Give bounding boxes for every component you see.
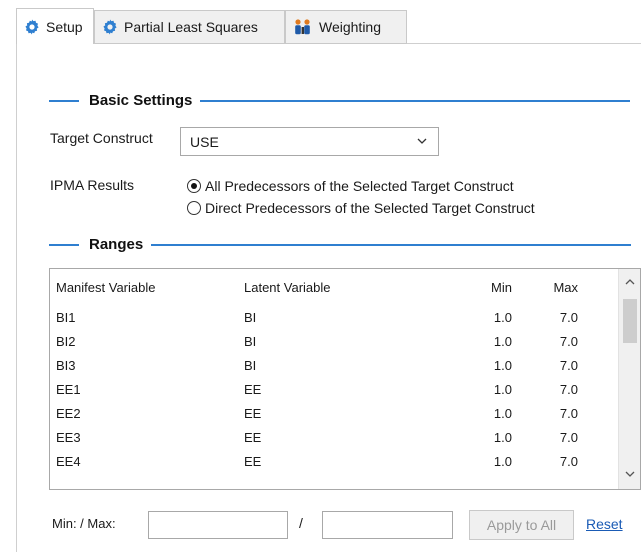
reset-link[interactable]: Reset: [586, 516, 623, 532]
radio-direct-predecessors[interactable]: Direct Predecessors of the Selected Targ…: [187, 200, 535, 216]
table-row[interactable]: EE1 EE 1.0 7.0: [50, 377, 598, 401]
tab-weighting-label: Weighting: [319, 19, 382, 35]
basic-settings-header: Basic Settings: [49, 92, 631, 109]
tab-setup[interactable]: Setup: [16, 8, 94, 45]
cell-max[interactable]: 7.0: [518, 377, 598, 401]
header-rule: [49, 243, 79, 246]
gear-icon: [103, 19, 117, 35]
tab-partial-least-squares-label: Partial Least Squares: [124, 19, 258, 35]
cell-manifest-variable: BI2: [56, 333, 76, 349]
column-header-latent-variable[interactable]: Latent Variable: [244, 269, 434, 305]
ranges-grid: Manifest Variable Latent Variable Min Ma…: [50, 269, 598, 473]
ranges-table[interactable]: Manifest Variable Latent Variable Min Ma…: [49, 268, 641, 490]
chevron-down-icon: [417, 138, 427, 144]
cell-manifest-variable: EE3: [56, 429, 81, 445]
column-header-manifest-variable[interactable]: Manifest Variable: [50, 269, 244, 305]
apply-to-all-button[interactable]: Apply to All: [469, 510, 574, 540]
cell-latent-variable: EE: [244, 429, 262, 445]
radio-label: All Predecessors of the Selected Target …: [205, 178, 514, 194]
scrollbar-thumb[interactable]: [623, 299, 637, 343]
min-input[interactable]: [148, 511, 288, 539]
cell-latent-variable: EE: [244, 405, 262, 421]
table-row[interactable]: EE2 EE 1.0 7.0: [50, 401, 598, 425]
cell-latent-variable: BI: [244, 357, 257, 373]
radio-button[interactable]: [187, 179, 201, 193]
target-construct-value: USE: [190, 133, 219, 150]
ipma-results-label: IPMA Results: [50, 177, 135, 193]
cell-max[interactable]: 7.0: [518, 425, 598, 449]
cell-max[interactable]: 7.0: [518, 329, 598, 353]
header-rule: [200, 99, 631, 102]
table-header-row: Manifest Variable Latent Variable Min Ma…: [50, 269, 598, 305]
cell-max[interactable]: 7.0: [518, 353, 598, 377]
cell-min[interactable]: 1.0: [434, 353, 518, 377]
table-row[interactable]: BI1 BI 1.0 7.0: [50, 305, 598, 329]
cell-min[interactable]: 1.0: [434, 425, 518, 449]
gear-icon: [25, 19, 39, 34]
ranges-header: Ranges: [49, 236, 632, 253]
radio-label: Direct Predecessors of the Selected Targ…: [205, 200, 535, 216]
cell-min[interactable]: 1.0: [434, 377, 518, 401]
tab-weighting[interactable]: Weighting: [285, 10, 407, 44]
cell-latent-variable: EE: [244, 381, 262, 397]
cell-manifest-variable: EE1: [56, 381, 81, 397]
cell-min[interactable]: 1.0: [434, 329, 518, 353]
header-rule: [49, 99, 79, 102]
cell-min[interactable]: 1.0: [434, 401, 518, 425]
tab-setup-label: Setup: [46, 18, 83, 35]
min-max-separator: /: [299, 515, 303, 531]
column-header-max[interactable]: Max: [518, 269, 598, 305]
table-row[interactable]: EE3 EE 1.0 7.0: [50, 425, 598, 449]
table-row[interactable]: EE4 EE 1.0 7.0: [50, 449, 598, 473]
tab-partial-least-squares[interactable]: Partial Least Squares: [94, 10, 285, 44]
column-header-min[interactable]: Min: [434, 269, 518, 305]
basic-settings-title: Basic Settings: [89, 92, 193, 109]
cell-manifest-variable: EE2: [56, 405, 81, 421]
header-rule: [151, 243, 632, 246]
radio-button[interactable]: [187, 201, 201, 215]
radio-all-predecessors[interactable]: All Predecessors of the Selected Target …: [187, 178, 514, 194]
scroll-up-icon[interactable]: [624, 277, 636, 287]
cell-latent-variable: BI: [244, 333, 257, 349]
people-icon: [295, 19, 310, 35]
cell-max[interactable]: 7.0: [518, 401, 598, 425]
cell-max[interactable]: 7.0: [518, 449, 598, 473]
cell-manifest-variable: BI3: [56, 357, 76, 373]
target-construct-label: Target Construct: [50, 130, 153, 146]
vertical-scrollbar[interactable]: [618, 269, 640, 489]
cell-min[interactable]: 1.0: [434, 449, 518, 473]
ranges-title: Ranges: [89, 236, 144, 253]
scroll-down-icon[interactable]: [624, 469, 636, 479]
min-max-label: Min: / Max:: [52, 516, 116, 531]
cell-latent-variable: BI: [244, 309, 257, 325]
tab-bar: Setup Partial Least Squares Weighting: [0, 0, 641, 45]
cell-manifest-variable: BI1: [56, 309, 76, 325]
table-row[interactable]: BI2 BI 1.0 7.0: [50, 329, 598, 353]
max-input[interactable]: [322, 511, 453, 539]
cell-max[interactable]: 7.0: [518, 305, 598, 329]
cell-min[interactable]: 1.0: [434, 305, 518, 329]
target-construct-select[interactable]: USE: [180, 127, 439, 156]
cell-manifest-variable: EE4: [56, 453, 81, 469]
cell-latent-variable: EE: [244, 453, 262, 469]
table-row[interactable]: BI3 BI 1.0 7.0: [50, 353, 598, 377]
